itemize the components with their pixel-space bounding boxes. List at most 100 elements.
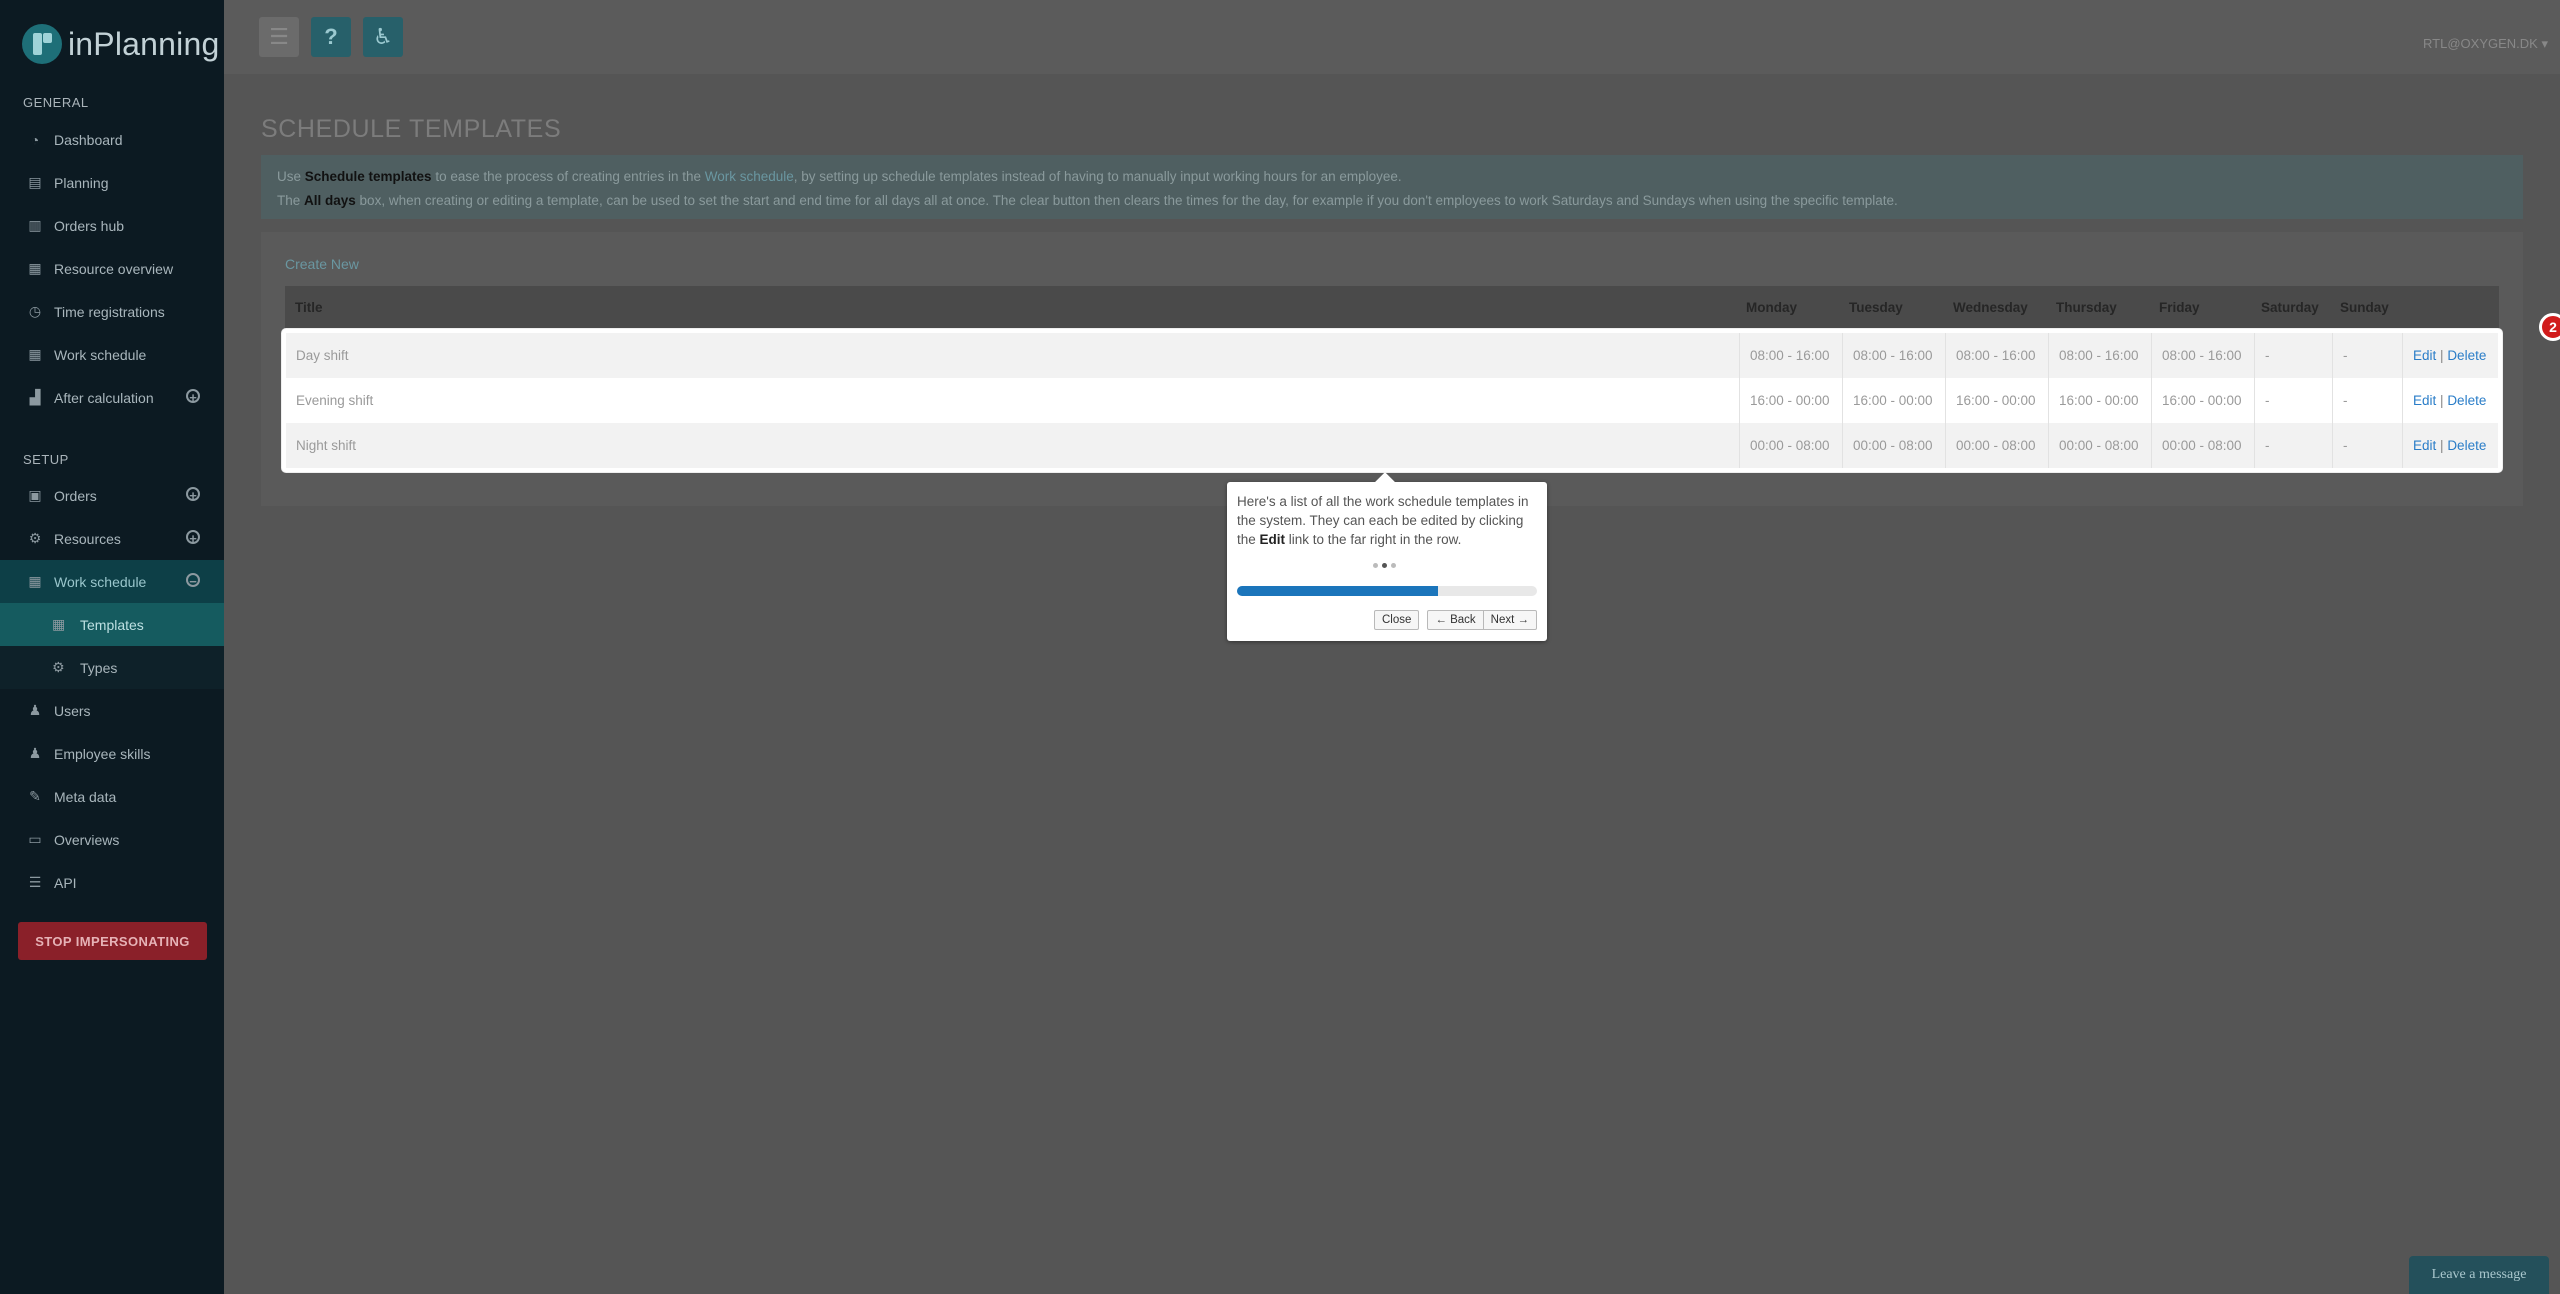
create-new-link[interactable]: Create New [285, 256, 359, 272]
table-row: Night shift 00:00 - 08:00 00:00 - 08:00 … [286, 423, 2498, 468]
cell-thursday: 08:00 - 16:00 [2048, 333, 2151, 378]
cell-tuesday: 08:00 - 16:00 [1842, 333, 1945, 378]
cell-monday: 00:00 - 08:00 [1739, 423, 1842, 468]
sidebar-item-label: Orders hub [54, 217, 125, 234]
cell-friday: 08:00 - 16:00 [2151, 333, 2254, 378]
sidebar-item-orders[interactable]: ▣ Orders + [0, 474, 224, 517]
cell-wednesday: 00:00 - 08:00 [1945, 423, 2048, 468]
columns-icon: ▥ [28, 217, 42, 233]
sidebar-item-time-registrations[interactable]: ◷ Time registrations [0, 290, 224, 333]
cell-wednesday: 08:00 - 16:00 [1945, 333, 2048, 378]
step-dot[interactable] [1373, 563, 1378, 568]
user-menu[interactable]: RTL@OXYGEN.DK ▾ [2423, 36, 2548, 52]
column-header-monday: Monday [1746, 300, 1798, 315]
expand-icon[interactable]: + [186, 487, 200, 502]
cell-friday: 00:00 - 08:00 [2151, 423, 2254, 468]
expand-icon[interactable]: + [186, 389, 200, 404]
calendar-icon: ▦ [52, 616, 66, 632]
cogs-icon: ⚙ [52, 659, 65, 675]
sidebar-item-label: Employee skills [54, 745, 151, 762]
sidebar-item-api[interactable]: ☰ API [0, 861, 224, 904]
sidebar-item-types[interactable]: ⚙ Types [0, 646, 224, 689]
edit-link[interactable]: Edit [2413, 438, 2436, 453]
cell-actions: Edit | Delete [2402, 333, 2498, 378]
logo-icon [22, 24, 62, 64]
sidebar-item-work-schedule-setup[interactable]: ▦ Work schedule − [0, 560, 224, 603]
sidebar-item-after-calculation[interactable]: ▟ After calculation + [0, 376, 224, 419]
collapse-icon[interactable]: − [186, 573, 200, 588]
cell-tuesday: 16:00 - 00:00 [1842, 378, 1945, 423]
stop-impersonating-button[interactable]: STOP IMPERSONATING [18, 922, 207, 960]
sidebar-item-overviews[interactable]: ▭ Overviews [0, 818, 224, 861]
sidebar-item-resources[interactable]: ⚙ Resources + [0, 517, 224, 560]
app-logo[interactable]: inPlanning [22, 24, 219, 64]
help-button[interactable]: ? [311, 17, 351, 57]
cell-thursday: 16:00 - 00:00 [2048, 378, 2151, 423]
sidebar-item-label: Work schedule [54, 346, 147, 363]
sidebar-item-label: Resources [54, 530, 121, 547]
sidebar-item-label: Dashboard [54, 131, 123, 148]
leave-message-button[interactable]: Leave a message [2409, 1256, 2549, 1294]
inbox-icon: ▭ [28, 831, 42, 847]
column-header-saturday: Saturday [2261, 300, 2319, 315]
edit-link[interactable]: Edit [2413, 393, 2436, 408]
cell-tuesday: 00:00 - 08:00 [1842, 423, 1945, 468]
step-dot[interactable] [1391, 563, 1396, 568]
page-title: SCHEDULE TEMPLATES [261, 115, 562, 143]
menu-toggle-button[interactable]: ☰ [259, 17, 299, 57]
tour-close-button[interactable]: Close [1373, 610, 1420, 630]
calendar-icon: ▦ [28, 573, 42, 589]
sidebar-item-dashboard[interactable]: ◔ Dashboard [0, 118, 224, 161]
cell-sunday: - [2332, 423, 2402, 468]
sidebar-item-label: Overviews [54, 831, 120, 848]
tour-text: Here's a list of all the work schedule t… [1237, 494, 1529, 547]
list-icon: ☰ [28, 874, 42, 890]
templates-table: Day shift 08:00 - 16:00 08:00 - 16:00 08… [282, 329, 2502, 472]
sidebar-item-meta-data[interactable]: ✎ Meta data [0, 775, 224, 818]
sidebar-item-label: Time registrations [54, 303, 165, 320]
sidebar-item-label: Orders [54, 487, 97, 504]
sidebar-item-label: Users [54, 702, 91, 719]
work-schedule-link[interactable]: Work schedule [705, 169, 794, 184]
expand-icon[interactable]: + [186, 530, 200, 545]
tour-button[interactable]: ♿ [363, 17, 403, 57]
delete-link[interactable]: Delete [2447, 393, 2486, 408]
tour-progress-fill [1237, 586, 1438, 596]
cell-monday: 08:00 - 16:00 [1739, 333, 1842, 378]
column-header-thursday: Thursday [2056, 300, 2117, 315]
tour-buttons: Close ← Back Next → [1373, 610, 1537, 630]
delete-link[interactable]: Delete [2447, 348, 2486, 363]
clock-icon: ◷ [28, 303, 42, 319]
cell-saturday: - [2254, 423, 2332, 468]
cell-wednesday: 16:00 - 00:00 [1945, 378, 2048, 423]
sidebar: inPlanning GENERAL ◔ Dashboard ▤ Plannin… [0, 0, 224, 1294]
chart-icon: ▟ [29, 389, 41, 405]
app-name: inPlanning [68, 25, 220, 62]
sidebar-item-planning[interactable]: ▤ Planning [0, 161, 224, 204]
person-icon: ♿ [373, 24, 393, 49]
step-dot-active[interactable] [1382, 563, 1387, 568]
column-header-wednesday: Wednesday [1953, 300, 2028, 315]
edit-link[interactable]: Edit [2413, 348, 2436, 363]
sidebar-item-templates[interactable]: ▦ Templates [0, 603, 224, 646]
table-row: Evening shift 16:00 - 00:00 16:00 - 00:0… [286, 378, 2498, 423]
sidebar-item-employee-skills[interactable]: ♟ Employee skills [0, 732, 224, 775]
tour-back-button[interactable]: ← Back [1427, 610, 1484, 630]
sidebar-item-users[interactable]: ♟ Users [0, 689, 224, 732]
info-line-1: Use Schedule templates to ease the proce… [277, 169, 1402, 184]
delete-link[interactable]: Delete [2447, 438, 2486, 453]
calendar-icon: ▦ [28, 346, 42, 362]
column-header-tuesday: Tuesday [1849, 300, 1903, 315]
section-title-general: GENERAL [23, 95, 89, 110]
sidebar-item-resource-overview[interactable]: ▦ Resource overview [0, 247, 224, 290]
tour-next-button[interactable]: Next → [1483, 610, 1537, 630]
tour-nav-group: ← Back Next → [1427, 610, 1537, 630]
cell-sunday: - [2332, 378, 2402, 423]
sidebar-item-label: Resource overview [54, 260, 174, 277]
table-row: Day shift 08:00 - 16:00 08:00 - 16:00 08… [286, 333, 2498, 378]
sidebar-item-orders-hub[interactable]: ▥ Orders hub [0, 204, 224, 247]
cell-friday: 16:00 - 00:00 [2151, 378, 2254, 423]
sidebar-item-work-schedule[interactable]: ▦ Work schedule [0, 333, 224, 376]
question-icon: ? [324, 24, 338, 49]
sidebar-item-label: Planning [54, 174, 109, 191]
